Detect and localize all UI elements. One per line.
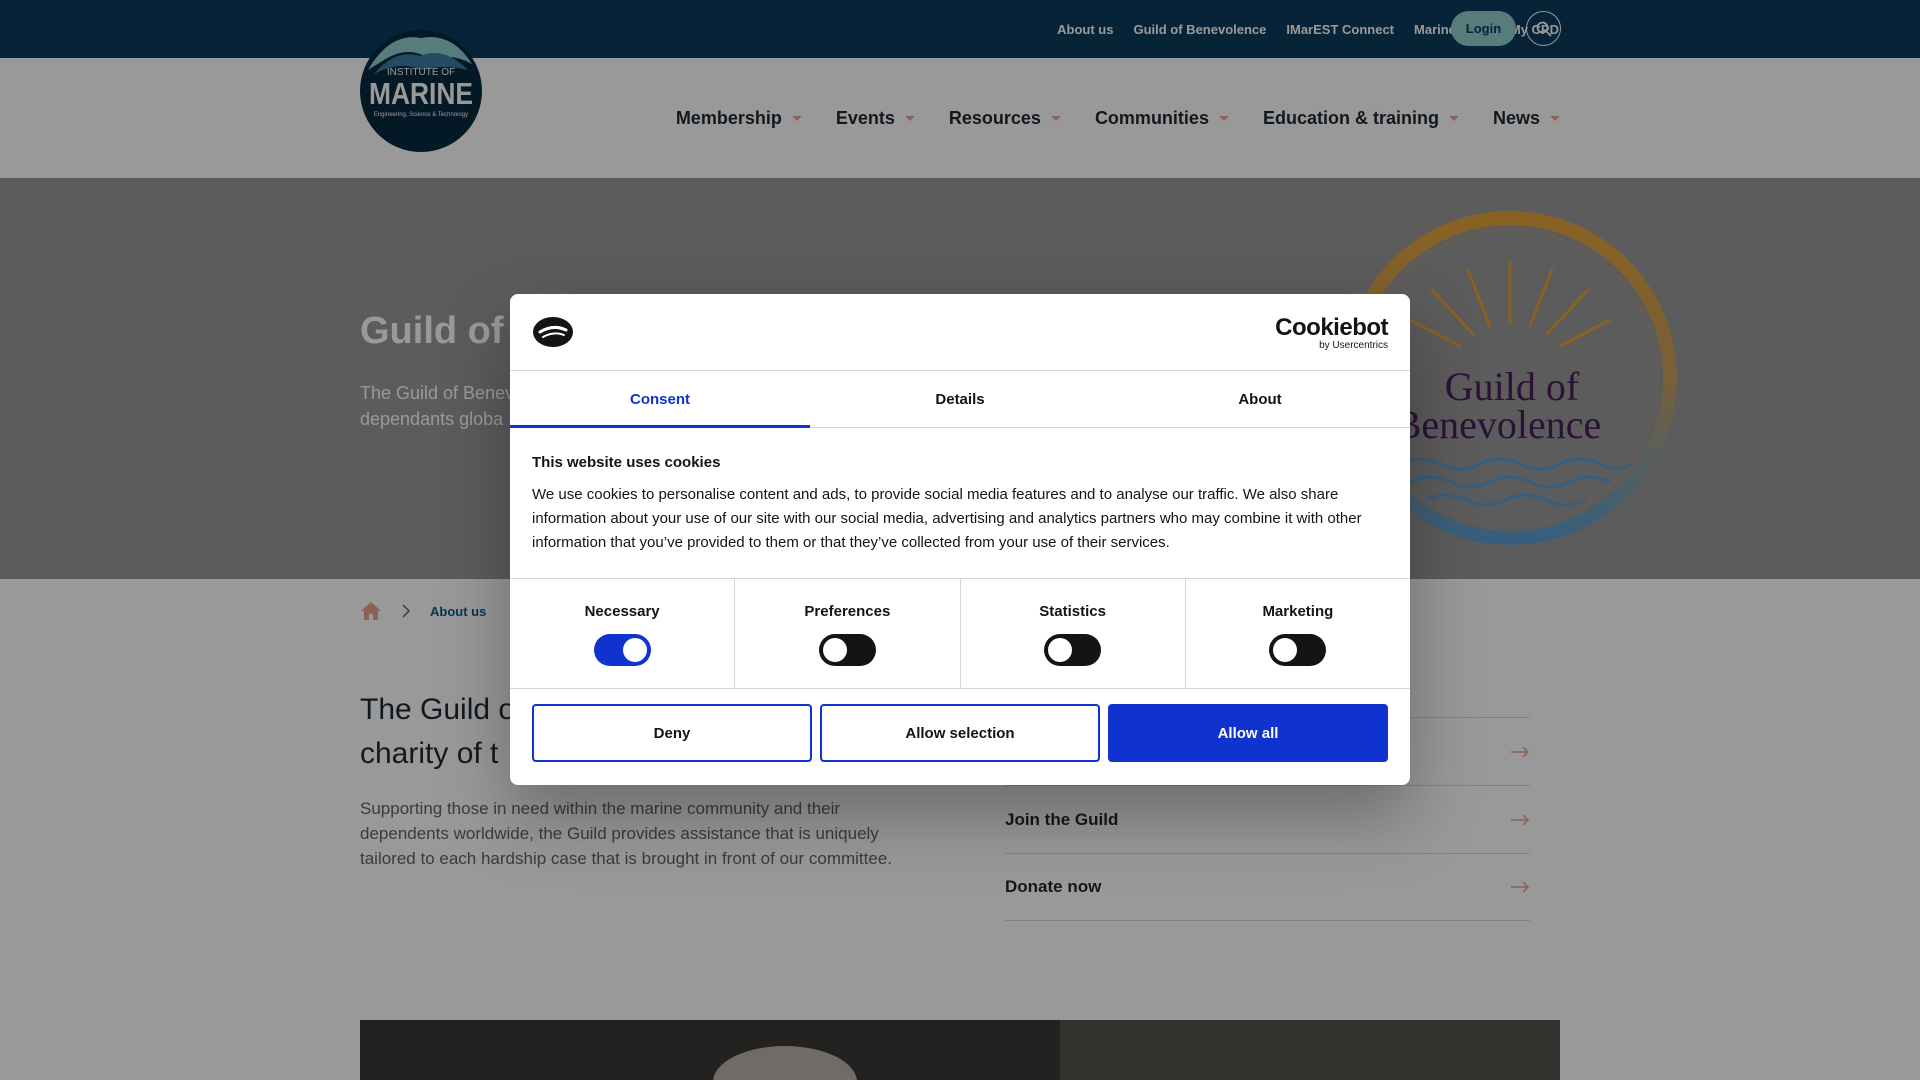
allow-selection-button[interactable]: Allow selection: [820, 704, 1100, 762]
toggle-label: Necessary: [584, 603, 660, 620]
tab-details[interactable]: Details: [810, 371, 1110, 427]
dialog-header: Cookiebot by Usercentrics: [510, 294, 1410, 371]
consent-toggles: Necessary Preferences Statistics Marketi…: [510, 578, 1410, 689]
tab-consent[interactable]: Consent: [510, 371, 810, 428]
cookie-icon: [533, 317, 573, 347]
toggle-label: Preferences: [804, 603, 891, 620]
switch-knob: [1273, 638, 1298, 662]
toggle-necessary: Necessary: [510, 579, 736, 688]
brand-name: Cookiebot: [1275, 314, 1388, 341]
tab-about[interactable]: About: [1110, 371, 1410, 427]
preferences-switch[interactable]: [818, 634, 876, 666]
switch-knob: [622, 638, 647, 662]
statistics-switch[interactable]: [1044, 634, 1102, 666]
necessary-switch[interactable]: [593, 634, 651, 666]
dialog-body: This website uses cookies We use cookies…: [532, 454, 1388, 555]
toggle-statistics: Statistics: [961, 579, 1186, 688]
dialog-tabs: Consent Details About: [510, 371, 1410, 428]
dialog-buttons: Deny Allow selection Allow all: [532, 704, 1388, 762]
switch-knob: [1048, 638, 1073, 662]
marketing-switch[interactable]: [1269, 634, 1327, 666]
allow-all-button[interactable]: Allow all: [1108, 704, 1388, 762]
dialog-heading: This website uses cookies: [532, 454, 721, 471]
cookie-consent-dialog: Cookiebot by Usercentrics Consent Detail…: [510, 294, 1410, 785]
deny-button[interactable]: Deny: [532, 704, 812, 762]
dialog-description: We use cookies to personalise content an…: [532, 486, 1362, 551]
switch-knob: [822, 638, 847, 662]
toggle-label: Statistics: [1039, 603, 1106, 620]
brand-sub: by Usercentrics: [1319, 340, 1388, 351]
toggle-marketing: Marketing: [1186, 579, 1410, 688]
cookiebot-logo: Cookiebot by Usercentrics: [1275, 314, 1388, 352]
toggle-preferences: Preferences: [735, 579, 961, 688]
toggle-label: Marketing: [1262, 603, 1334, 620]
